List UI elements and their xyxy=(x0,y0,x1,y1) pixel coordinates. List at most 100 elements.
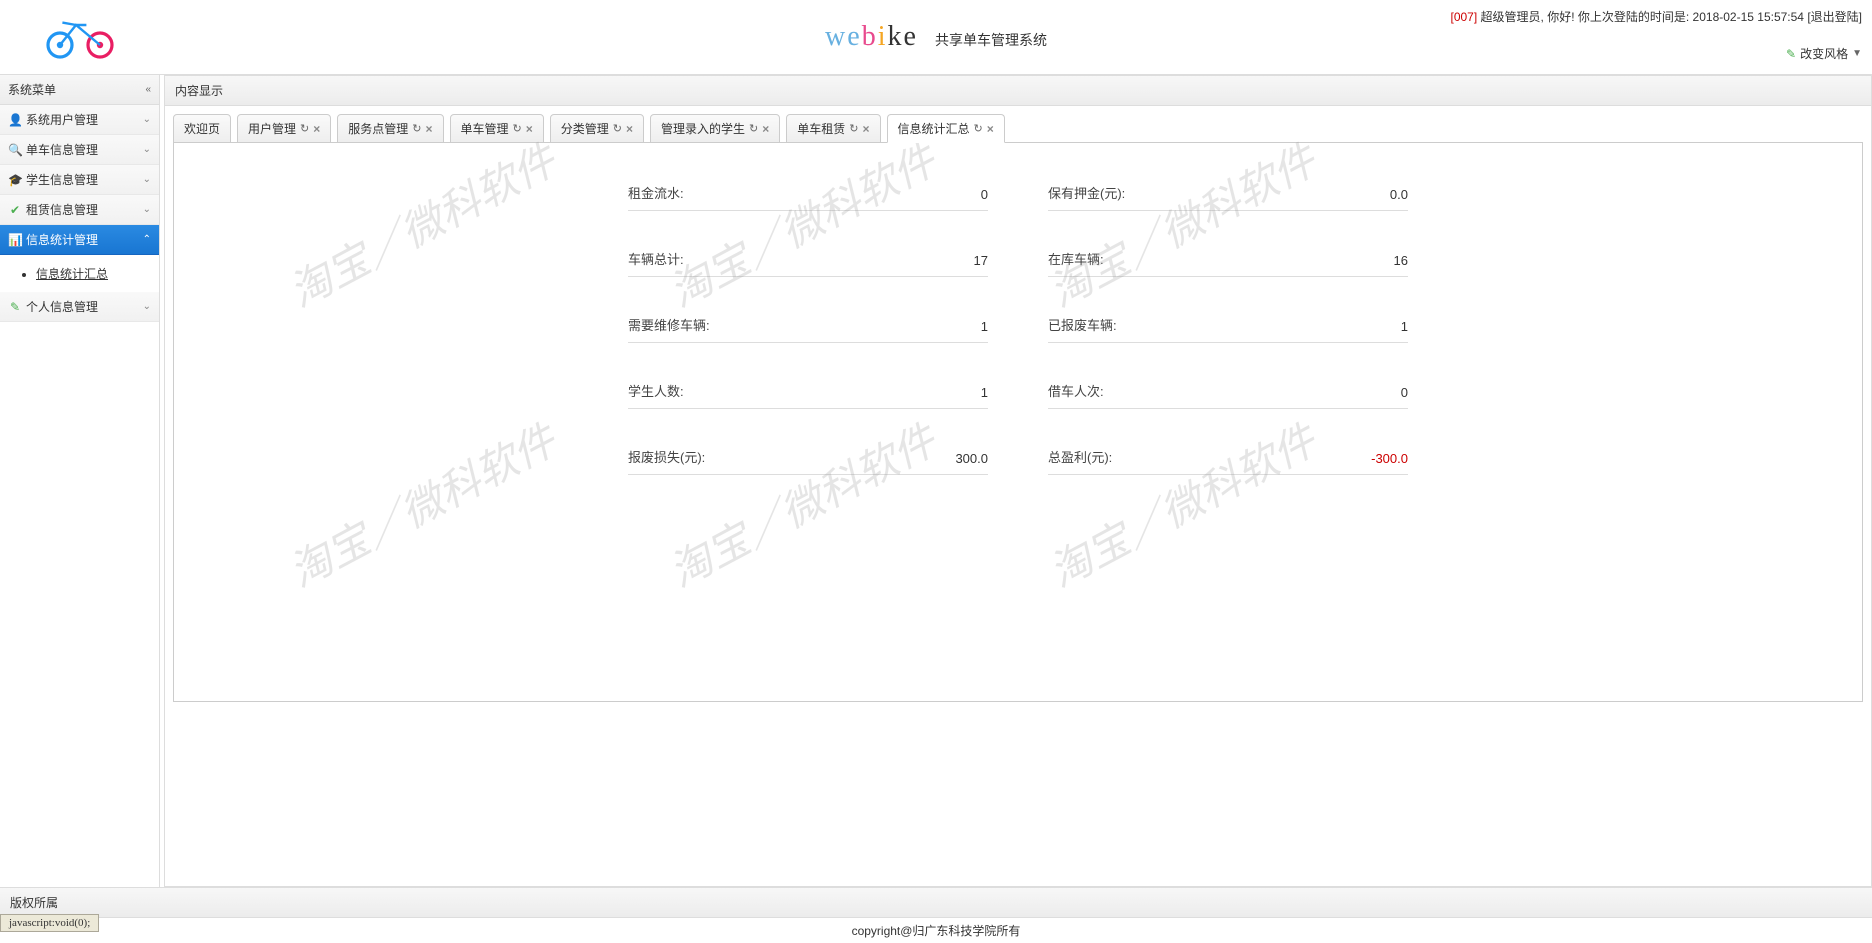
close-icon[interactable]: × xyxy=(526,122,533,136)
pencil-icon: ✎ xyxy=(8,300,22,314)
stat-total-bikes: 车辆总计: 17 xyxy=(628,249,988,277)
refresh-icon[interactable]: ↻ xyxy=(974,122,983,135)
check-icon: ✔ xyxy=(8,203,22,217)
stat-value: 300.0 xyxy=(955,451,988,466)
tab-stats-summary[interactable]: 信息统计汇总 ↻ × xyxy=(887,114,1005,143)
stat-borrow-count: 借车人次: 0 xyxy=(1048,381,1408,409)
theme-switch-label: 改变风格 xyxy=(1800,45,1848,62)
stat-deposit: 保有押金(元): 0.0 xyxy=(1048,183,1408,211)
stat-label: 保有押金(元): xyxy=(1048,183,1125,202)
status-bar: javascript:void(0); xyxy=(0,914,99,932)
chevron-down-icon: ⌄ xyxy=(143,114,151,125)
nav-label: 租赁信息管理 xyxy=(26,203,98,217)
stat-value: 1 xyxy=(981,319,988,334)
tab-bike-mgmt[interactable]: 单车管理 ↻ × xyxy=(450,114,544,143)
logout-link[interactable]: [退出登陆] xyxy=(1807,10,1862,24)
stat-value: 1 xyxy=(981,385,988,400)
nav-label: 学生信息管理 xyxy=(26,173,98,187)
brand: webike 共享单车管理系统 xyxy=(825,21,1047,53)
layout: 系统菜单 « 👤 系统用户管理 ⌄ 🔍 单车信息管理 ⌄ 🎓学生信息管理 ⌄ ✔ 租赁… xyxy=(0,75,1872,887)
stat-value: 1 xyxy=(1401,319,1408,334)
nav-item-stats[interactable]: 📊 信息统计管理 ⌃ xyxy=(0,225,159,255)
stat-label: 学生人数: xyxy=(628,381,684,400)
stat-total-profit: 总盈利(元): -300.0 xyxy=(1048,447,1408,475)
bike-logo-icon xyxy=(40,12,120,62)
user-id: [007] xyxy=(1451,10,1478,24)
tab-label: 管理录入的学生 xyxy=(661,120,745,137)
nav-item-system-user[interactable]: 👤 系统用户管理 ⌄ xyxy=(0,105,159,135)
close-icon[interactable]: × xyxy=(626,122,633,136)
sidebar: 系统菜单 « 👤 系统用户管理 ⌄ 🔍 单车信息管理 ⌄ 🎓学生信息管理 ⌄ ✔ 租赁… xyxy=(0,75,160,887)
chevron-up-icon: ⌃ xyxy=(143,234,151,245)
stat-students: 学生人数: 1 xyxy=(628,381,988,409)
close-icon[interactable]: × xyxy=(762,122,769,136)
footer: 版权所属 copyright@归广东科技学院所有 xyxy=(0,887,1872,943)
nav-item-student-info[interactable]: 🎓学生信息管理 ⌄ xyxy=(0,165,159,195)
tab-welcome[interactable]: 欢迎页 xyxy=(173,114,231,143)
stat-label: 总盈利(元): xyxy=(1048,447,1112,466)
stat-value: 16 xyxy=(1394,253,1408,268)
header: webike 共享单车管理系统 [007] 超级管理员, 你好! 你上次登陆的时… xyxy=(0,0,1872,75)
nav-item-bike-info[interactable]: 🔍 单车信息管理 ⌄ xyxy=(0,135,159,165)
tab-panel: 淘宝／微科软件 淘宝／微科软件 淘宝／微科软件 淘宝／微科软件 淘宝／微科软件 … xyxy=(173,142,1863,702)
tab-label: 用户管理 xyxy=(248,120,296,137)
stat-need-repair: 需要维修车辆: 1 xyxy=(628,315,988,343)
search-icon: 🔍 xyxy=(8,143,22,157)
stat-label: 在库车辆: xyxy=(1048,249,1104,268)
refresh-icon[interactable]: ↻ xyxy=(849,122,858,135)
sidebar-title-label: 系统菜单 xyxy=(8,81,56,98)
stat-value: 17 xyxy=(974,253,988,268)
stat-label: 租金流水: xyxy=(628,183,684,202)
chevron-down-icon: ⌄ xyxy=(143,204,151,215)
nav-label: 个人信息管理 xyxy=(26,300,98,314)
nav-label: 系统用户管理 xyxy=(26,113,98,127)
stats-icon: 📊 xyxy=(8,233,22,247)
tab-label: 单车管理 xyxy=(461,120,509,137)
refresh-icon[interactable]: ↻ xyxy=(513,122,522,135)
main-content: 欢迎页 用户管理 ↻ × 服务点管理 ↻ × 单车管理 ↻ × xyxy=(164,106,1872,887)
stat-label: 报废损失(元): xyxy=(628,447,705,466)
brand-subtitle: 共享单车管理系统 xyxy=(935,34,1047,49)
stat-value: 0 xyxy=(981,187,988,202)
tab-students-entry[interactable]: 管理录入的学生 ↻ × xyxy=(650,114,780,143)
nav-label: 单车信息管理 xyxy=(26,143,98,157)
chevron-down-icon: ⌄ xyxy=(143,174,151,185)
stat-in-stock: 在库车辆: 16 xyxy=(1048,249,1408,277)
user-icon: 👤 xyxy=(8,113,22,127)
tab-user-mgmt[interactable]: 用户管理 ↻ × xyxy=(237,114,331,143)
nav-item-rental-info[interactable]: ✔ 租赁信息管理 ⌄ xyxy=(0,195,159,225)
tab-label: 单车租赁 xyxy=(797,120,845,137)
stat-rent-flow: 租金流水: 0 xyxy=(628,183,988,211)
collapse-icon[interactable]: « xyxy=(145,84,151,95)
tab-service-point[interactable]: 服务点管理 ↻ × xyxy=(337,114,443,143)
tab-category[interactable]: 分类管理 ↻ × xyxy=(550,114,644,143)
tab-label: 欢迎页 xyxy=(184,120,220,137)
chevron-down-icon: ⌄ xyxy=(143,144,151,155)
refresh-icon[interactable]: ↻ xyxy=(749,122,758,135)
main: 内容显示 欢迎页 用户管理 ↻ × 服务点管理 ↻ × 单车管理 xyxy=(164,75,1872,887)
nav-item-personal-info[interactable]: ✎个人信息管理 ⌄ xyxy=(0,292,159,322)
refresh-icon[interactable]: ↻ xyxy=(613,122,622,135)
close-icon[interactable]: × xyxy=(863,122,870,136)
close-icon[interactable]: × xyxy=(987,122,994,136)
stat-scrapped: 已报废车辆: 1 xyxy=(1048,315,1408,343)
header-right: [007] 超级管理员, 你好! 你上次登陆的时间是: 2018-02-15 1… xyxy=(1451,8,1863,62)
close-icon[interactable]: × xyxy=(313,122,320,136)
refresh-icon[interactable]: ↻ xyxy=(300,122,309,135)
brand-title: webike xyxy=(825,21,927,52)
stat-scrap-loss: 报废损失(元): 300.0 xyxy=(628,447,988,475)
stat-label: 已报废车辆: xyxy=(1048,315,1117,334)
nav-sub: 信息统计汇总 xyxy=(0,255,159,292)
theme-switch[interactable]: ✎ 改变风格 ▼ xyxy=(1451,45,1863,62)
stat-label: 车辆总计: xyxy=(628,249,684,268)
close-icon[interactable]: × xyxy=(426,122,433,136)
nav-label: 信息统计管理 xyxy=(26,233,98,247)
stats-grid: 租金流水: 0 保有押金(元): 0.0 车辆总计: 17 在库车辆: 16 xyxy=(628,183,1408,475)
refresh-icon[interactable]: ↻ xyxy=(412,122,421,135)
pencil-icon: ✎ xyxy=(1786,47,1796,61)
tab-bike-rental[interactable]: 单车租赁 ↻ × xyxy=(786,114,880,143)
tabs: 欢迎页 用户管理 ↻ × 服务点管理 ↻ × 单车管理 ↻ × xyxy=(173,114,1863,143)
watermark: 淘宝／微科软件 xyxy=(277,128,565,320)
main-title: 内容显示 xyxy=(164,75,1872,106)
nav-sub-item-summary[interactable]: 信息统计汇总 xyxy=(36,263,151,284)
